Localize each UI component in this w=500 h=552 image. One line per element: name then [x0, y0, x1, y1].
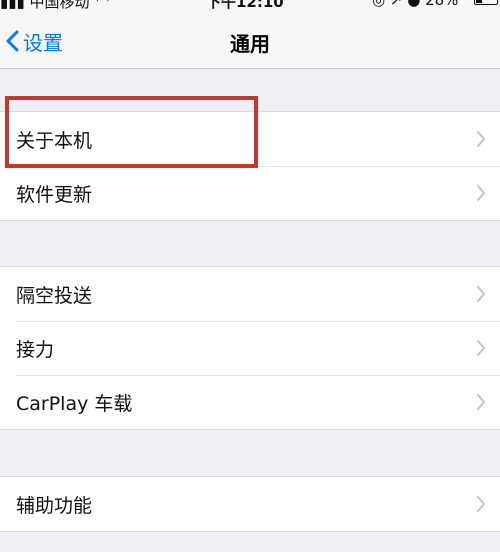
navigation-bar: 设置 通用	[0, 14, 500, 69]
battery-percent: 28%	[425, 0, 459, 9]
chevron-right-icon	[477, 340, 485, 356]
list-item-label: 软件更新	[16, 183, 93, 206]
list-item-label: 辅助功能	[16, 494, 93, 517]
settings-group-about: 关于本机 软件更新	[0, 111, 500, 221]
list-item-software-update[interactable]: 软件更新	[0, 166, 500, 220]
list-item-label: 关于本机	[16, 129, 93, 152]
settings-group-accessibility: 辅助功能	[0, 476, 500, 532]
list-item-handoff[interactable]: 接力	[0, 321, 500, 375]
list-item-about[interactable]: 关于本机	[0, 112, 500, 166]
carrier-label: ▮▮▮ 中国移动	[0, 0, 90, 11]
chevron-right-icon	[477, 286, 485, 302]
chevron-right-icon	[477, 496, 485, 512]
chevron-right-icon	[477, 185, 485, 201]
status-bar: ▮▮▮ 中国移动 ◠ 下午12:10 ◎ ↗ ● 28%	[0, 0, 500, 14]
list-item-airdrop[interactable]: 隔空投送	[0, 267, 500, 321]
list-item-label: 隔空投送	[16, 284, 93, 307]
status-indicators: ◎ ↗ ● 28%	[372, 0, 458, 9]
status-time: 下午12:10	[206, 0, 284, 11]
battery-icon	[474, 0, 498, 5]
wifi-icon: ◠	[96, 0, 110, 9]
list-item-label: 接力	[16, 338, 55, 361]
list-item-accessibility[interactable]: 辅助功能	[0, 477, 500, 531]
chevron-right-icon	[477, 131, 485, 147]
page-title: 通用	[230, 32, 270, 56]
list-item-label: CarPlay 车载	[16, 392, 133, 415]
list-item-carplay[interactable]: CarPlay 车载	[0, 375, 500, 429]
settings-group-connectivity: 隔空投送 接力 CarPlay 车载	[0, 266, 500, 430]
chevron-right-icon	[477, 394, 485, 410]
